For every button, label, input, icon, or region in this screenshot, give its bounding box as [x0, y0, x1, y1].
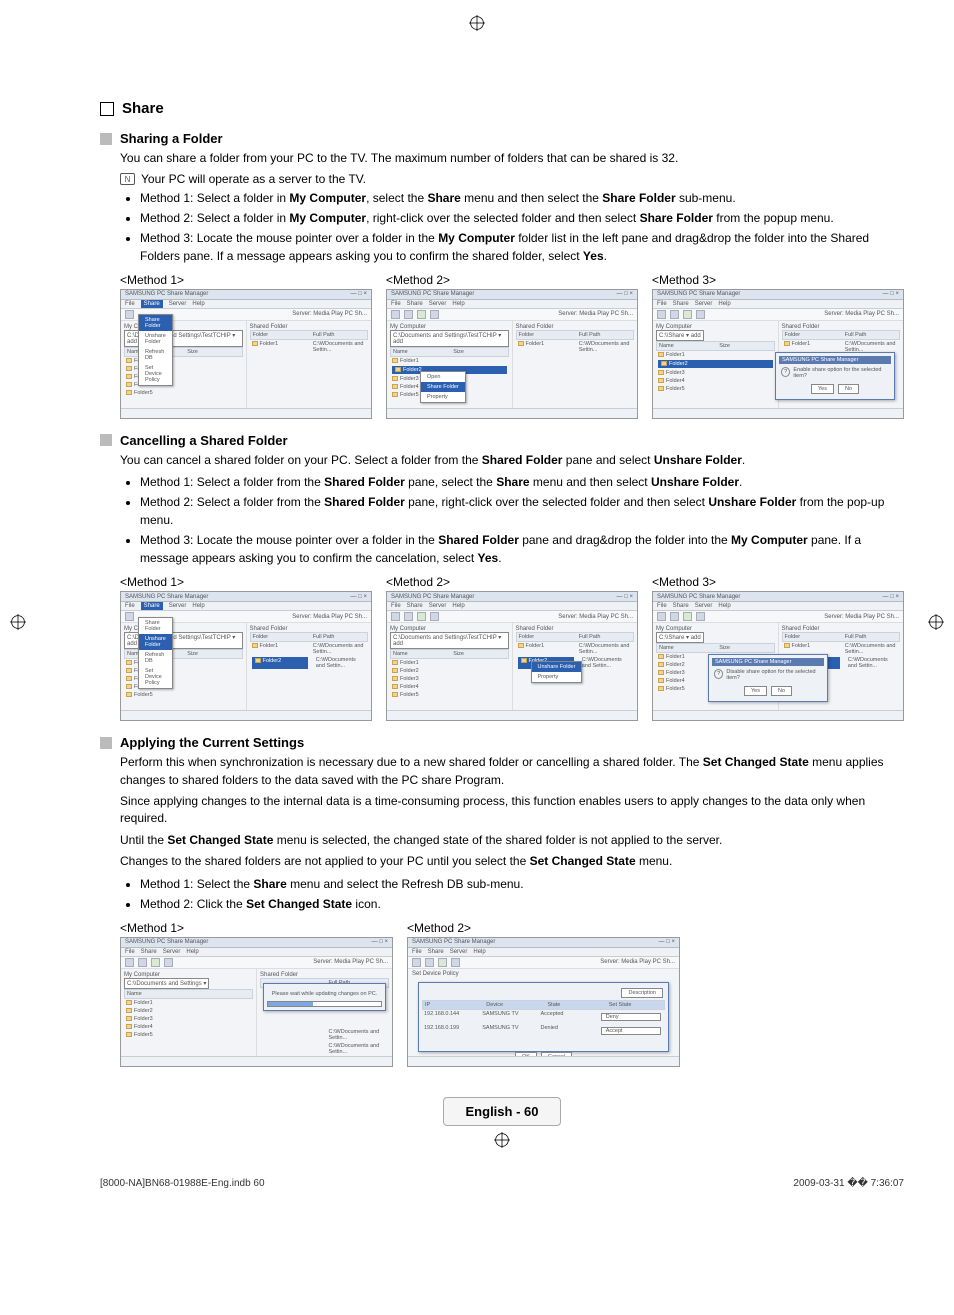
apply-m2-label: <Method 2>	[407, 921, 680, 935]
sharing-note: Your PC will operate as a server to the …	[141, 171, 366, 188]
subsection-heading: Applying the Current Settings	[100, 735, 904, 750]
cancel-intro: You can cancel a shared folder on your P…	[120, 452, 904, 469]
bullet-box-icon	[100, 102, 114, 116]
subsection-heading: Sharing a Folder	[100, 131, 904, 146]
screenshot-cancel-m1: SAMSUNG PC Share Manager— □ × FileShareS…	[120, 591, 372, 721]
sharing-intro: You can share a folder from your PC to t…	[120, 150, 904, 167]
section-title: Share	[100, 100, 904, 117]
screenshot-share-m1: SAMSUNG PC Share Manager— □ × FileShareS…	[120, 289, 372, 419]
method2-label: <Method 2>	[386, 273, 638, 287]
apply-p4: Changes to the shared folders are not ap…	[120, 853, 904, 870]
page-number: English - 60	[443, 1097, 562, 1126]
sharing-m1: Method 1: Select a folder in My Computer…	[140, 189, 904, 207]
sharing-heading: Sharing a Folder	[120, 131, 223, 146]
subsection-heading: Cancelling a Shared Folder	[100, 433, 904, 448]
screenshot-cancel-m3: SAMSUNG PC Share Manager— □ × FileShareS…	[652, 591, 904, 721]
apply-p1: Perform this when synchronization is nec…	[120, 754, 904, 789]
apply-m1-label: <Method 1>	[120, 921, 393, 935]
screenshot-share-m3: SAMSUNG PC Share Manager— □ × FileShareS…	[652, 289, 904, 419]
crop-mark-icon	[494, 1132, 510, 1148]
cancel-m1-label: <Method 1>	[120, 575, 372, 589]
cancel-m3: Method 3: Locate the mouse pointer over …	[140, 531, 904, 567]
sharing-m3: Method 3: Locate the mouse pointer over …	[140, 229, 904, 265]
square-bullet-icon	[100, 737, 112, 749]
screenshot-cancel-m2: SAMSUNG PC Share Manager— □ × FileShareS…	[386, 591, 638, 721]
screenshot-share-m2: SAMSUNG PC Share Manager— □ × FileShareS…	[386, 289, 638, 419]
apply-m1: Method 1: Select the Share menu and sele…	[140, 875, 904, 893]
square-bullet-icon	[100, 133, 112, 145]
method1-label: <Method 1>	[120, 273, 372, 287]
method3-label: <Method 3>	[652, 273, 904, 287]
square-bullet-icon	[100, 434, 112, 446]
sharing-m2: Method 2: Select a folder in My Computer…	[140, 209, 904, 227]
cancel-heading: Cancelling a Shared Folder	[120, 433, 288, 448]
screenshot-apply-m2: SAMSUNG PC Share Manager— □ × FileShareS…	[407, 937, 680, 1067]
apply-p3: Until the Set Changed State menu is sele…	[120, 832, 904, 849]
screenshot-apply-m1: SAMSUNG PC Share Manager— □ × FileShareS…	[120, 937, 393, 1067]
crop-mark-icon	[10, 614, 26, 630]
apply-heading: Applying the Current Settings	[120, 735, 304, 750]
note-icon: N	[120, 173, 135, 185]
crop-mark-icon	[469, 15, 485, 31]
apply-m2: Method 2: Click the Set Changed State ic…	[140, 895, 904, 913]
apply-p2: Since applying changes to the internal d…	[120, 793, 904, 828]
cancel-m2: Method 2: Select a folder from the Share…	[140, 493, 904, 529]
footer-timestamp: 2009-03-31 �� 7:36:07	[793, 1178, 904, 1189]
footer-filename: [8000-NA]BN68-01988E-Eng.indb 60	[100, 1178, 265, 1189]
cancel-m1: Method 1: Select a folder from the Share…	[140, 473, 904, 491]
section-title-text: Share	[122, 100, 164, 117]
cancel-m2-label: <Method 2>	[386, 575, 638, 589]
crop-mark-icon	[928, 614, 944, 630]
cancel-m3-label: <Method 3>	[652, 575, 904, 589]
